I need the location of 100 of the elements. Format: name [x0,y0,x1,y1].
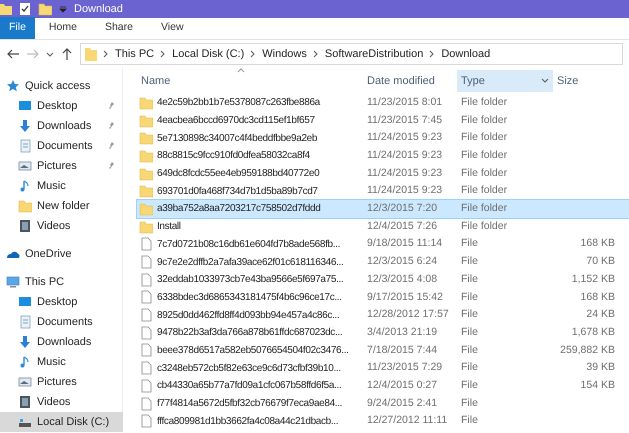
date-cell-text: 12/4/2015 0:27 [366,378,438,393]
file-row[interactable]: fffca809981d1bb3662fa4c08a44c21dbacb... 12/27/2012 11:11 File [137,412,629,430]
file-row[interactable]: 32eddab1033973cb7e43ba9566e5f697a75... 12/3/2015 4:08 File 1,152 KB [137,270,629,289]
type-cell-text: File [460,307,479,322]
file-row[interactable]: cb44330a65b77a7fd09a1cfc067b58ffd6f5a... 12/4/2015 0:27 File 154 KB [137,377,629,395]
sidebar-item[interactable]: Pictures [0,156,123,176]
size-cell: 1,152 KB [572,272,615,285]
sidebar-item[interactable]: Local Disk (C:) [0,412,123,432]
document-icon [18,139,32,153]
file-row[interactable]: 8925d0dd462ffd8ff4d093bb94e457a4c86c... 12/28/2012 17:57 File 24 KB [137,306,629,324]
breadcrumb[interactable]: Windows [262,46,307,62]
picture-icon [18,375,32,389]
sidebar-item[interactable]: Documents [0,136,123,156]
file-row[interactable]: 88c8815c9fcc910fd0dfea58032ca8f4 11/24/2015 9:23 File folder [137,147,629,165]
file-name: 5e7130898c34007c4f4beddfbbe9a2eb [157,132,318,146]
file-name: 4e2c59b2bb1b7e5378087c263fbe886a [157,96,320,110]
date-cell-text: 9/18/2015 11:14 [366,236,444,252]
date-cell-text: 11/24/2015 9:23 [366,130,444,146]
type-cell-text: File [460,360,479,376]
file-row[interactable]: c3248eb572cb5f82e63ce9c6d73cfbf39b10... 11/23/2015 7:29 File 39 KB [137,359,629,377]
date-cell-text: 9/17/2015 15:42 [366,290,444,305]
date-cell-text: 11/24/2015 9:23 [366,148,444,164]
column-header[interactable]: Date modified [363,70,457,92]
up-button[interactable] [60,47,74,61]
file-row[interactable]: 5e7130898c34007c4f4beddfbbe9a2eb 11/24/2015 9:23 File folder [137,129,629,148]
type-cell-text: File [460,396,479,411]
file-row[interactable]: a39ba752a8aa7203217c758502d7fddd 12/3/2015 7:20 File folder [137,200,629,218]
folder-icon [139,184,153,198]
type-cell-text: File [460,236,479,252]
sidebar-item[interactable]: Videos [0,216,123,236]
date-cell-text: 7/18/2015 7:44 [366,342,438,358]
sidebar-item[interactable]: Music [0,176,123,196]
file-name: fffca809981d1bb3662fa4c08a44c21dbacb... [157,414,338,429]
sidebar-item[interactable]: Desktop [0,292,123,312]
file-row[interactable]: 4e2c59b2bb1b7e5378087c263fbe886a 11/23/2015 8:01 File folder [137,94,629,112]
column-header[interactable]: Size [553,70,615,92]
document-icon [18,315,32,329]
back-button[interactable] [6,47,20,61]
folder-icon [139,148,153,163]
sidebar-item[interactable]: Music [0,352,123,372]
sidebar-item[interactable]: Quick access [0,76,123,96]
sidebar-item[interactable]: Documents [0,312,123,332]
file-icon [139,308,153,322]
file-name: a39ba752a8aa7203217c758502d7fddd [157,202,320,216]
file-row[interactable]: 7c7d0721b08c16db61e604fd7b8ade568fb... 9/18/2015 11:14 File 168 KB [137,236,629,254]
chevron-icon [541,78,549,84]
size-cell: 168 KB [580,237,615,250]
file-row[interactable]: f77f4814a5672d5fbf32cb76679f7eca9ae84... 9/24/2015 2:41 File [137,394,629,412]
date-cell-text: 12/3/2015 7:20 [366,201,438,216]
type-cell-text: File [460,378,479,393]
ribbon-tab[interactable]: Share [90,17,147,39]
sidebar-item[interactable]: Downloads [0,332,123,352]
ribbon-tab[interactable]: View [146,17,198,39]
type-cell-text: File [460,342,479,358]
address-bar[interactable]: This PC Local Disk (C:) Windows SoftwareDistribution Download [80,43,623,65]
date-cell-text: 12/3/2015 6:24 [366,254,438,270]
file-row[interactable]: 9c7e2e2dffb2a7afa39ace62f01c618116346... 12/3/2015 6:24 File 70 KB [137,253,629,271]
folder-icon [139,166,153,181]
file-name: c3248eb572cb5f82e63ce9c6d73cfbf39b10... [157,362,341,376]
file-row[interactable]: 6338bdec3d6865343181475f4b6c96ce17c... 9/17/2015 15:42 File 168 KB [137,288,629,306]
sidebar-item[interactable]: OneDrive [0,244,123,264]
ribbon-tab[interactable]: Home [34,17,91,39]
file-row[interactable]: Install 12/4/2015 7:26 File folder [137,218,629,236]
breadcrumb[interactable]: Download [441,46,490,62]
sidebar-item[interactable]: Downloads [0,116,123,136]
column-header[interactable]: Name [137,70,363,92]
file-row[interactable]: 4eacbea6bccd6970dc3cd115ef1bf657 11/23/2015 7:45 File folder [137,112,629,130]
type-cell-text: File folder [460,148,508,164]
breadcrumb[interactable]: SoftwareDistribution [324,46,424,62]
date-cell-text: 3/4/2013 21:19 [366,324,438,340]
date-cell-text: 12/4/2015 7:26 [366,218,438,234]
sidebar-item[interactable]: New folder [0,196,123,216]
date-cell-text: 11/23/2015 7:29 [366,360,444,376]
date-cell-text: 11/24/2015 9:23 [366,183,444,198]
breadcrumb[interactable]: This PC [115,46,154,62]
file-icon [139,414,153,428]
size-cell: 168 KB [580,290,615,303]
picture-icon [18,159,32,173]
date-cell-text: 12/28/2012 17:57 [366,307,450,322]
breadcrumb[interactable]: Local Disk (C:) [172,46,244,62]
file-row[interactable]: 9478b22b3af3da766a878b61ffdc687023dc... 3/4/2013 21:19 File 1,678 KB [137,324,629,342]
checkmark-icon [18,2,32,16]
size-cell: 24 KB [586,308,615,320]
sidebar-item[interactable]: Desktop [0,96,123,116]
type-cell-text: File folder [460,201,508,216]
sidebar-item[interactable]: Pictures [0,372,123,392]
sidebar-item[interactable]: This PC [0,272,123,292]
sidebar-item[interactable]: Videos [0,392,123,412]
date-cell-text: 11/23/2015 8:01 [366,94,444,110]
ribbon-tab[interactable]: File [0,17,35,39]
monitor-icon [18,99,32,113]
file-row[interactable]: 649dc8fcdc55ee4eb959188bd40772e0 11/24/2015 9:23 File folder [137,164,629,182]
window-title: Download [74,2,123,17]
file-row[interactable]: beee378d6517a582eb5076654504f02c3476... 7/18/2015 7:44 File 259,882 KB [137,342,629,360]
film-icon [18,219,32,233]
column-header[interactable]: Type [457,70,553,92]
size-cell: 154 KB [580,378,615,391]
file-name: 6338bdec3d6865343181475f4b6c96ce17c... [157,290,342,305]
computer-icon [6,275,20,289]
file-row[interactable]: 693701d0fa468f734d7b1d5ba89b7cd7 11/24/2015 9:23 File folder [137,182,629,200]
